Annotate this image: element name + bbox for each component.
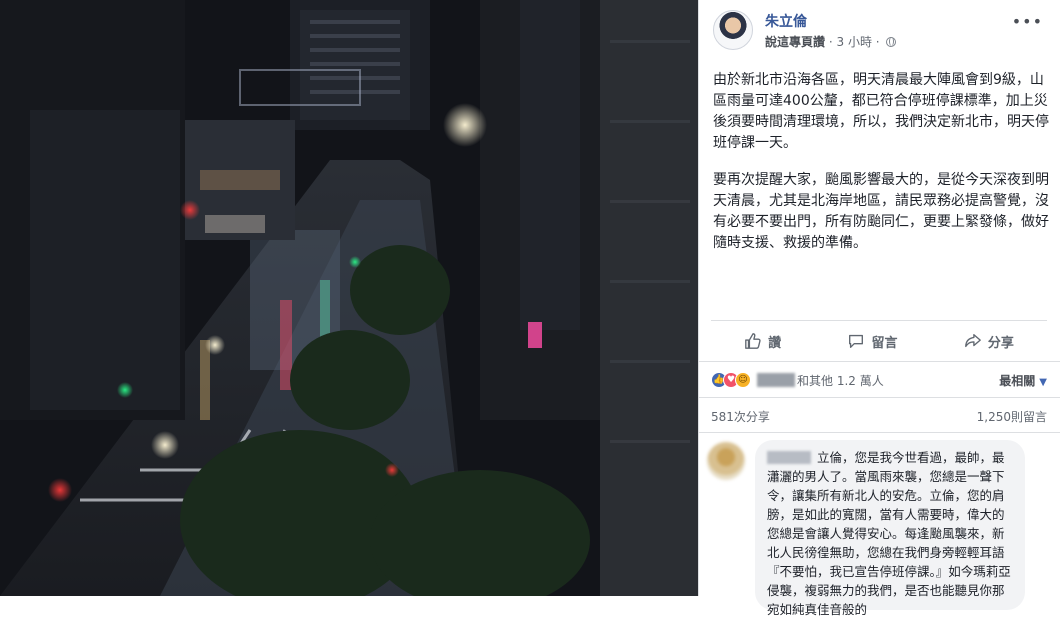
more-options-button[interactable]: •••	[1012, 12, 1043, 31]
post-panel: 朱立倫 說這專頁讚 · 3 小時 · ••• 由於新北市沿海各區，明天清晨最大陣…	[698, 0, 1060, 617]
action-bar: 讚 留言 分享	[711, 320, 1047, 361]
sort-label: 最相關	[999, 373, 1036, 388]
author-name[interactable]: 朱立倫	[765, 11, 807, 31]
divider	[699, 361, 1060, 362]
share-button[interactable]: 分享	[954, 328, 1024, 355]
author-avatar[interactable]	[713, 10, 753, 50]
commenter-avatar[interactable]	[707, 442, 745, 480]
sort-dropdown[interactable]: 最相關 ▼	[999, 372, 1047, 389]
blurred-commenter-name[interactable]	[767, 451, 811, 464]
post-paragraph: 由於新北市沿海各區，明天清晨最大陣風會到9級，山區雨量可達400公釐，都已符合停…	[713, 72, 1049, 151]
globe-icon	[886, 37, 897, 47]
divider	[699, 397, 1060, 398]
engagement-counts: 581次分享 1,250則留言	[711, 404, 1047, 428]
post-photo[interactable]	[0, 0, 698, 596]
post-timestamp[interactable]: 3 小時	[837, 35, 872, 49]
share-label: 分享	[987, 335, 1014, 351]
meta-separator: ·	[875, 35, 880, 49]
liked-page-link[interactable]: 說這專頁讚	[765, 35, 825, 49]
reactions-summary[interactable]: 👍 ♥ ☺ 和其他 1.2 萬人 最相關 ▼	[711, 368, 1047, 392]
thumbs-up-icon	[745, 333, 761, 349]
comment-label: 留言	[871, 335, 898, 351]
comment-count[interactable]: 1,250則留言	[977, 408, 1047, 425]
like-button[interactable]: 讚	[734, 328, 791, 355]
chevron-down-icon: ▼	[1039, 376, 1047, 388]
meta-separator: ·	[828, 35, 833, 49]
comment-icon	[849, 334, 864, 348]
post-meta: 說這專頁讚 · 3 小時 ·	[765, 33, 897, 50]
post-body: 由於新北市沿海各區，明天清晨最大陣風會到9級，山區雨量可達400公釐，都已符合停…	[713, 70, 1049, 270]
like-label: 讚	[768, 335, 782, 351]
comment-text: 立倫，您是我今世看過，最帥，最瀟灑的男人了。當風雨來襲，您總是一聲下令，讓集所有…	[767, 450, 1011, 617]
post-paragraph: 要再次提醒大家，颱風影響最大的，是從今天深夜到明天清晨，尤其是北海岸地區，請民眾…	[713, 172, 1049, 251]
reaction-count: 和其他 1.2 萬人	[797, 373, 884, 388]
haha-reaction-icon: ☺	[735, 372, 751, 388]
night-street-image	[0, 0, 698, 596]
comment-item: 立倫，您是我今世看過，最帥，最瀟灑的男人了。當風雨來襲，您總是一聲下令，讓集所有…	[707, 438, 1052, 617]
share-arrow-icon	[964, 334, 981, 348]
comment-bubble: 立倫，您是我今世看過，最帥，最瀟灑的男人了。當風雨來襲，您總是一聲下令，讓集所有…	[755, 440, 1025, 617]
divider	[699, 432, 1060, 433]
blurred-friend-name	[757, 373, 795, 387]
share-count[interactable]: 581次分享	[711, 408, 770, 425]
comment-button[interactable]: 留言	[837, 328, 907, 355]
post-header: 朱立倫 說這專頁讚 · 3 小時 · •••	[713, 8, 1049, 54]
